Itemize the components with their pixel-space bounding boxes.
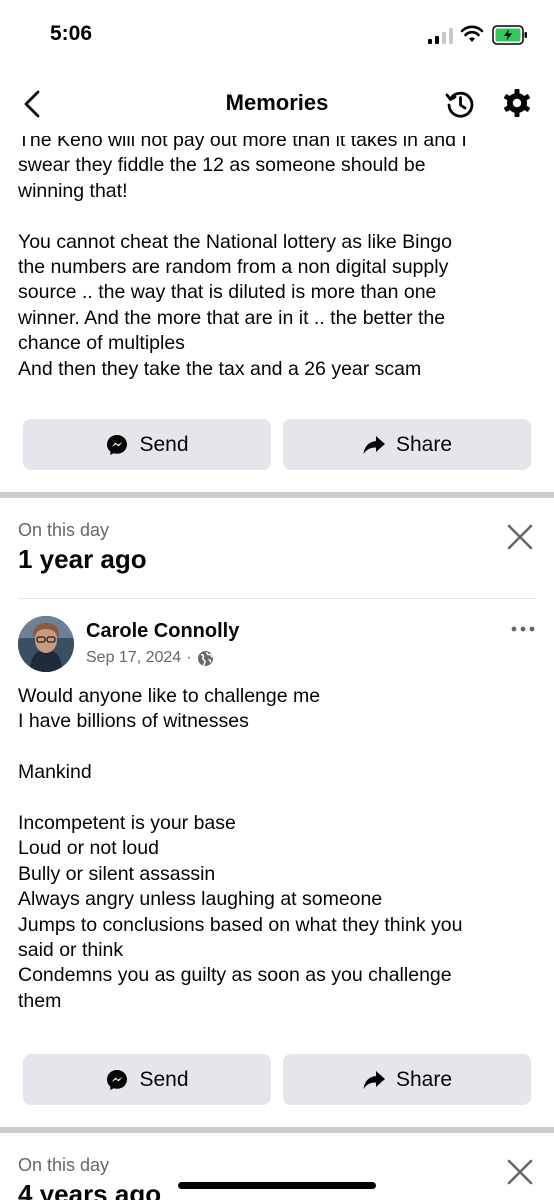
cellular-signal-icon — [428, 28, 453, 44]
battery-icon — [492, 25, 527, 45]
send-button[interactable]: Send — [23, 419, 271, 470]
on-this-day-label: On this day — [18, 1155, 110, 1175]
post-text: The Keno will not pay out more than it t… — [18, 136, 467, 380]
share-arrow-icon — [363, 435, 385, 454]
messenger-icon — [107, 434, 128, 455]
on-this-day-label: On this day — [18, 520, 110, 540]
post-body-clip: The Keno will not pay out more than it t… — [0, 136, 554, 396]
share-button[interactable]: Share — [283, 1054, 531, 1105]
avatar[interactable] — [18, 616, 74, 672]
profile-photo — [18, 616, 74, 672]
header-divider — [18, 598, 536, 599]
section-divider — [0, 1127, 554, 1133]
send-button[interactable]: Send — [23, 1054, 271, 1105]
status-time: 5:06 — [50, 22, 93, 45]
globe-icon — [197, 650, 213, 666]
status-bar: 5:06 — [0, 0, 554, 72]
post-date: Sep 17, 2024 — [86, 649, 182, 666]
memory-heading: 1 year ago — [18, 544, 147, 574]
post-meta: Sep 17, 2024 · — [86, 649, 214, 667]
messenger-icon — [107, 1069, 128, 1090]
share-arrow-icon — [363, 1070, 385, 1089]
author-name[interactable]: Carole Connolly — [86, 620, 239, 643]
close-icon[interactable] — [506, 523, 534, 551]
send-label: Send — [139, 432, 189, 456]
share-button[interactable]: Share — [283, 419, 531, 470]
memory-post-text: Would anyone like to challenge me I have… — [18, 685, 463, 1012]
wifi-icon — [460, 25, 484, 42]
navigation-bar: Memories — [0, 72, 554, 136]
meta-separator: · — [186, 649, 192, 666]
section-divider — [0, 492, 554, 498]
share-label: Share — [395, 1067, 453, 1091]
history-icon[interactable] — [444, 88, 476, 120]
close-icon[interactable] — [506, 1158, 534, 1186]
send-label: Send — [139, 1067, 189, 1091]
more-horizontal-icon[interactable] — [510, 620, 536, 638]
memory-heading: 4 years ago — [18, 1179, 162, 1200]
gear-icon[interactable] — [502, 88, 532, 118]
home-indicator[interactable] — [178, 1182, 376, 1189]
share-label: Share — [395, 432, 453, 456]
